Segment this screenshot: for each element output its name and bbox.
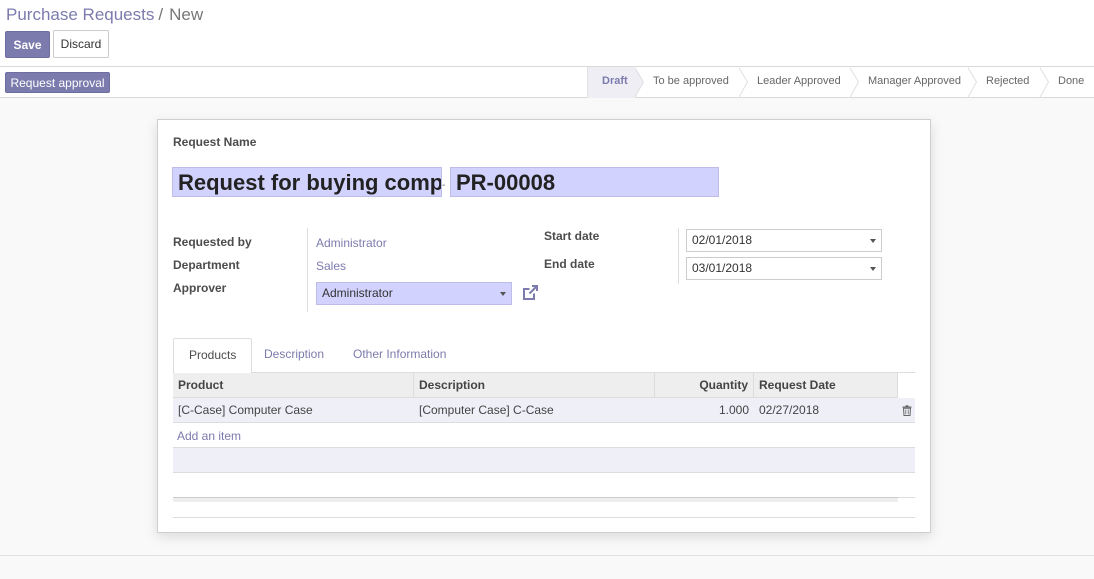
date-divider bbox=[678, 228, 679, 284]
name-separator: - bbox=[442, 180, 446, 191]
tab-products[interactable]: Products bbox=[173, 338, 253, 374]
stage-draft[interactable]: Draft bbox=[588, 67, 644, 98]
end-date-value: 03/01/2018 bbox=[692, 261, 753, 275]
requested-by-link[interactable]: Administrator bbox=[316, 236, 387, 250]
start-date-label: Start date bbox=[544, 229, 600, 243]
stage-rejected[interactable]: Rejected bbox=[968, 67, 1049, 98]
column-header-product[interactable]: Product bbox=[173, 373, 414, 398]
notebook-tabs: Products Description Other Information bbox=[173, 338, 915, 374]
request-approval-button[interactable]: Request approval bbox=[5, 72, 110, 93]
external-link-icon[interactable] bbox=[521, 283, 540, 302]
stage-pipeline: Draft To be approved Leader Approved Man… bbox=[587, 67, 1094, 98]
column-header-description[interactable]: Description bbox=[414, 373, 655, 398]
form-sheet: Request Name Request for buying computer… bbox=[157, 119, 931, 533]
discard-button[interactable]: Discard bbox=[53, 30, 109, 58]
caret-down-icon bbox=[870, 267, 876, 271]
save-button[interactable]: Save bbox=[5, 31, 50, 58]
status-bar: Request approval Draft To be approved Le… bbox=[0, 67, 1094, 98]
field-divider bbox=[307, 228, 308, 312]
approver-select-value: Administrator bbox=[322, 286, 393, 300]
table-row[interactable]: [C-Case] Computer Case [Computer Case] C… bbox=[173, 398, 915, 423]
department-link[interactable]: Sales bbox=[316, 259, 346, 273]
column-header-request-date[interactable]: Request Date bbox=[754, 373, 898, 398]
approver-select[interactable]: Administrator bbox=[316, 282, 512, 305]
request-name-input[interactable]: Request for buying computer case bbox=[172, 167, 442, 197]
column-header-quantity[interactable]: Quantity bbox=[655, 373, 754, 398]
table-header: Product Description Quantity Request Dat… bbox=[173, 373, 898, 398]
caret-down-icon bbox=[500, 292, 506, 296]
stage-leader-approved[interactable]: Leader Approved bbox=[739, 67, 859, 98]
department-label: Department bbox=[173, 258, 240, 272]
reference-input[interactable]: PR-00008 bbox=[450, 167, 719, 197]
approver-label: Approver bbox=[173, 281, 227, 295]
table-footer bbox=[173, 497, 898, 502]
tab-other-information[interactable]: Other Information bbox=[338, 338, 461, 373]
requested-by-label: Requested by bbox=[173, 235, 252, 249]
stage-to-be-approved[interactable]: To be approved bbox=[635, 67, 748, 98]
table-empty-row bbox=[173, 447, 915, 473]
breadcrumb: Purchase Requests / New bbox=[6, 5, 203, 25]
tab-description[interactable]: Description bbox=[249, 338, 339, 373]
cell-quantity: 1.000 bbox=[718, 403, 749, 417]
cell-description: [Computer Case] C-Case bbox=[419, 403, 554, 417]
end-date-input[interactable]: 03/01/2018 bbox=[686, 257, 882, 280]
end-date-label: End date bbox=[544, 257, 595, 271]
bottom-divider bbox=[0, 555, 1094, 556]
breadcrumb-parent-link[interactable]: Purchase Requests bbox=[6, 5, 154, 24]
breadcrumb-current: New bbox=[169, 5, 204, 24]
cell-request-date: 02/27/2018 bbox=[759, 403, 820, 417]
add-item-link[interactable]: Add an item bbox=[177, 429, 241, 443]
table-bottom-line bbox=[173, 517, 915, 518]
request-name-label: Request Name bbox=[173, 135, 257, 149]
stage-manager-approved[interactable]: Manager Approved bbox=[850, 67, 977, 98]
caret-down-icon bbox=[870, 239, 876, 243]
breadcrumb-separator: / bbox=[158, 5, 164, 24]
trash-icon[interactable] bbox=[902, 405, 912, 416]
cell-product: [C-Case] Computer Case bbox=[178, 403, 313, 417]
start-date-input[interactable]: 02/01/2018 bbox=[686, 229, 882, 252]
control-panel: Purchase Requests / New Save Discard bbox=[0, 0, 1094, 67]
start-date-value: 02/01/2018 bbox=[692, 233, 753, 247]
